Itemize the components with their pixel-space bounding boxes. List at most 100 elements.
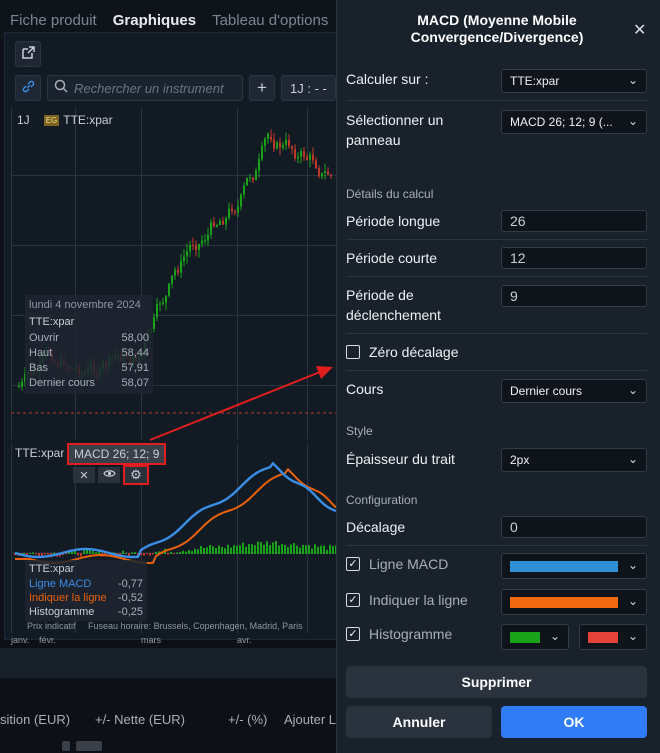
scroll-thumb[interactable]	[76, 741, 102, 751]
candle-body	[264, 138, 266, 147]
histogram-bar	[23, 552, 25, 554]
search-icon	[54, 79, 68, 98]
histogram-bar	[293, 543, 295, 554]
checkmark-icon: ✓	[348, 557, 358, 570]
chevron-down-icon: ⌄	[627, 73, 638, 87]
calc-on-select[interactable]: TTE:xpar ⌄	[501, 69, 647, 93]
candle-body	[231, 208, 233, 212]
candle-body	[177, 269, 179, 273]
histogram-bar	[233, 545, 235, 554]
indicator-tools: ✕ ⚙	[73, 465, 149, 485]
scroll-thumb[interactable]	[62, 741, 70, 751]
histogram-bar	[320, 545, 322, 554]
macd-indicator-label[interactable]: MACD 26; 12; 9	[67, 443, 167, 465]
histogram-bar	[131, 552, 133, 554]
candle-body	[297, 156, 299, 159]
column-position[interactable]: sition (EUR)	[0, 712, 70, 727]
chevron-down-icon: ⌄	[627, 452, 638, 466]
histogram-bar	[83, 550, 85, 554]
zero-offset-checkbox[interactable]	[346, 345, 360, 359]
candle-body	[294, 148, 296, 159]
tab-charts[interactable]: Graphiques	[113, 12, 196, 29]
long-period-input[interactable]: 26	[501, 210, 647, 232]
candle-body	[321, 172, 323, 177]
chart-panel: + 1J : - - 1JEGTTE:xpar lundi 4 novembre…	[4, 32, 339, 645]
short-period-input[interactable]: 12	[501, 247, 647, 269]
timeframe-button[interactable]: 1J : - -	[281, 75, 336, 101]
details-section-label: Détails du calcul	[346, 187, 434, 201]
histogram-bar	[125, 552, 127, 554]
histogram-bar	[305, 545, 307, 554]
histogram-bar	[302, 544, 304, 554]
histogram-bar	[215, 547, 217, 554]
link-button[interactable]	[15, 75, 41, 101]
candle-body	[240, 194, 242, 207]
signal-line-checkbox[interactable]: ✓	[346, 593, 360, 607]
add-button[interactable]: +	[249, 75, 275, 101]
tooltip-row: Bas 57,91	[29, 361, 149, 376]
candle-body	[285, 139, 287, 145]
tab-options-table[interactable]: Tableau d'options	[212, 12, 328, 29]
histogram-bar	[212, 546, 214, 554]
remove-indicator-button[interactable]: ✕	[73, 467, 95, 483]
histogram-bar	[191, 551, 193, 554]
histogram-bar	[146, 553, 148, 555]
candle-body	[156, 303, 158, 318]
close-dialog-button[interactable]: ✕	[633, 20, 646, 40]
open-external-button[interactable]	[15, 41, 41, 67]
month-label: mars	[141, 635, 161, 645]
chevron-down-icon: ⌄	[627, 558, 638, 572]
panel-select[interactable]: MACD 26; 12; 9 (... ⌄	[501, 110, 647, 134]
price-select[interactable]: Dernier cours ⌄	[501, 379, 647, 403]
histogram-bar	[284, 544, 286, 554]
histogram-up-color-picker[interactable]: ⌄	[501, 624, 569, 650]
macd-line-checkbox[interactable]: ✓	[346, 557, 360, 571]
candle-body	[258, 159, 260, 171]
checkmark-icon: ✓	[348, 593, 358, 606]
tooltip-date: lundi 4 novembre 2024	[29, 299, 141, 311]
search-input[interactable]	[74, 80, 234, 96]
indicator-settings-button[interactable]: ⚙	[123, 465, 149, 485]
short-period-label: Période courte	[346, 250, 438, 266]
macd-tooltip: TTE:xpar Ligne MACD -0,77 Indiquer la lig…	[25, 560, 147, 621]
chevron-down-icon: ⌄	[627, 383, 638, 397]
candle-body	[279, 142, 281, 148]
histogram-bar	[32, 552, 34, 554]
histogram-bar	[236, 545, 238, 554]
month-label: janv.	[11, 635, 30, 645]
candle-body	[249, 177, 251, 179]
histogram-bar	[80, 553, 82, 557]
column-add[interactable]: Ajouter L	[284, 712, 336, 727]
trigger-period-input[interactable]: 9	[501, 285, 647, 307]
close-icon: ✕	[633, 22, 647, 39]
tooltip-value: 57,91	[121, 362, 149, 374]
candle-body	[267, 133, 269, 139]
histogram-bar	[257, 541, 259, 554]
toggle-visibility-button[interactable]	[98, 467, 120, 483]
signal-line-color-picker[interactable]: ⌄	[501, 589, 647, 615]
histogram-down-color-picker[interactable]: ⌄	[579, 624, 647, 650]
cancel-button[interactable]: Annuler	[346, 706, 492, 738]
select-value: TTE:xpar	[510, 74, 560, 88]
price-label: Cours	[346, 381, 384, 397]
offset-input[interactable]: 0	[501, 516, 647, 538]
line-thickness-select[interactable]: 2px ⌄	[501, 448, 647, 472]
histogram-bar	[185, 551, 187, 554]
macd-line-label: Ligne MACD	[369, 556, 449, 572]
candle-body	[312, 154, 314, 161]
delete-button[interactable]: Supprimer	[346, 666, 647, 698]
column-pct-change[interactable]: +/- (%)	[228, 712, 267, 727]
histogram-bar	[173, 553, 175, 555]
histogram-checkbox[interactable]: ✓	[346, 627, 360, 641]
tab-product-sheet[interactable]: Fiche produit	[10, 12, 97, 29]
ok-button[interactable]: OK	[501, 706, 647, 738]
candle-body	[291, 146, 293, 149]
candle-body	[282, 144, 284, 148]
chevron-down-icon: ⌄	[627, 594, 638, 608]
histogram-bar	[251, 544, 253, 554]
line-thickness-label: Épaisseur du trait	[346, 451, 455, 467]
candle-body	[201, 240, 203, 245]
histogram-bar	[254, 545, 256, 554]
column-net-change[interactable]: +/- Nette (EUR)	[95, 712, 185, 727]
macd-line-color-picker[interactable]: ⌄	[501, 553, 647, 579]
